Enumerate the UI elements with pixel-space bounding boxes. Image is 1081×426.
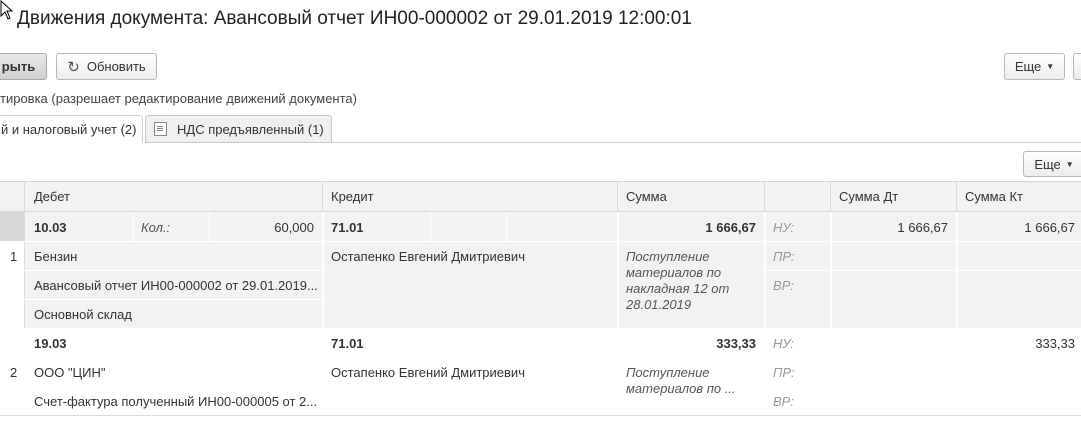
close-button[interactable]: рыть <box>0 53 47 80</box>
refresh-button-label: Обновить <box>86 59 146 74</box>
tab-divider <box>332 142 1081 143</box>
column-header-debit[interactable]: Дебет <box>26 181 322 212</box>
debit-subconto-2: Авансовый отчет ИН00-000002 от 29.01.201… <box>34 278 318 293</box>
row-divider <box>0 415 1081 416</box>
content-line: накладная 12 от <box>626 281 730 296</box>
qty-label: Кол.: <box>141 220 171 235</box>
column-divider <box>322 212 324 328</box>
close-button-label: рыть <box>1 59 36 74</box>
debit-subconto-2: Счет-фактура полученный ИН00-000005 от 2… <box>34 394 318 409</box>
column-header-amount[interactable]: Сумма <box>618 181 764 212</box>
column-divider <box>322 181 323 212</box>
column-divider <box>506 212 507 241</box>
column-divider <box>430 212 431 241</box>
content-line: материалов по ... <box>626 381 736 396</box>
debit-account: 10.03 <box>34 220 67 235</box>
column-divider <box>764 181 765 212</box>
column-header-credit[interactable]: Кредит <box>323 181 618 212</box>
debit-subconto-1: Бензин <box>34 249 78 264</box>
chevron-down-icon: ▼ <box>1065 159 1074 169</box>
nu-label: НУ: <box>773 220 795 235</box>
sum-kt-value: 1 666,67 <box>1024 220 1075 235</box>
refresh-button[interactable]: ↻ Обновить <box>56 53 157 80</box>
more-button[interactable]: Еще ▼ <box>1004 53 1065 80</box>
debit-account: 19.03 <box>34 336 67 351</box>
pr-label: ПР: <box>773 249 795 264</box>
vr-label: ВР: <box>773 278 794 293</box>
register-icon <box>154 122 167 136</box>
row-divider <box>24 299 322 300</box>
credit-subconto-1: Остапенко Евгений Дмитриевич <box>331 365 525 380</box>
content-line: 28.01.2019 <box>626 297 692 312</box>
sum-kt-value: 333,33 <box>1035 336 1075 351</box>
refresh-icon: ↻ <box>67 58 80 76</box>
column-header-sum-kt[interactable]: Сумма Кт <box>957 181 1081 212</box>
qty-value: 60,000 <box>274 220 314 235</box>
row-selector[interactable] <box>0 212 24 241</box>
manual-edit-checkbox-label[interactable]: тировка (разрешает редактирование движен… <box>0 91 357 106</box>
nu-label: НУ: <box>773 336 795 351</box>
credit-subconto-1: Остапенко Евгений Дмитриевич <box>331 249 525 264</box>
more-button-label: Еще <box>1014 59 1042 74</box>
amount-value: 1 666,67 <box>705 220 756 235</box>
credit-account: 71.01 <box>331 336 364 351</box>
table-more-label: Еще <box>1034 156 1061 172</box>
column-divider <box>133 212 134 241</box>
column-divider <box>617 181 618 212</box>
vr-label: ВР: <box>773 394 794 409</box>
chevron-down-icon: ▼ <box>1046 62 1055 71</box>
content-line: материалов по <box>626 265 722 280</box>
row-number: 2 <box>10 365 18 380</box>
table-more-button[interactable]: Еще ▼ <box>1023 151 1081 177</box>
sum-dt-value: 1 666,67 <box>897 220 948 235</box>
row-divider <box>24 270 322 271</box>
debit-subconto-1: ООО "ЦИН" <box>34 365 106 380</box>
mouse-cursor-icon <box>0 0 14 20</box>
column-divider <box>830 181 831 212</box>
content-line: Поступление <box>626 365 710 380</box>
column-header-sum-dt[interactable]: Сумма Дт <box>831 181 957 212</box>
page-title: Движения документа: Авансовый отчет ИН00… <box>17 8 692 29</box>
content-line: Поступление <box>626 249 710 264</box>
tab-label: й и налоговый учет (2) <box>1 122 137 137</box>
tab-accounting[interactable]: й и налоговый учет (2) <box>0 115 143 143</box>
debit-subconto-3: Основной склад <box>34 307 132 322</box>
pr-label: ПР: <box>773 365 795 380</box>
row-divider <box>764 270 1081 271</box>
row-number: 1 <box>10 249 18 264</box>
credit-account: 71.01 <box>331 220 364 235</box>
amount-value: 333,33 <box>716 336 756 351</box>
content-text: Поступление материалов по ... <box>626 365 736 397</box>
tab-label: НДС предъявленный (1) <box>177 121 324 137</box>
row-divider <box>24 241 1081 242</box>
column-divider <box>956 181 957 212</box>
column-divider <box>24 181 25 212</box>
tab-vat[interactable]: НДС предъявленный (1) <box>145 115 332 143</box>
content-text: Поступление материалов по накладная 12 о… <box>626 249 729 313</box>
help-button[interactable] <box>1073 53 1081 80</box>
